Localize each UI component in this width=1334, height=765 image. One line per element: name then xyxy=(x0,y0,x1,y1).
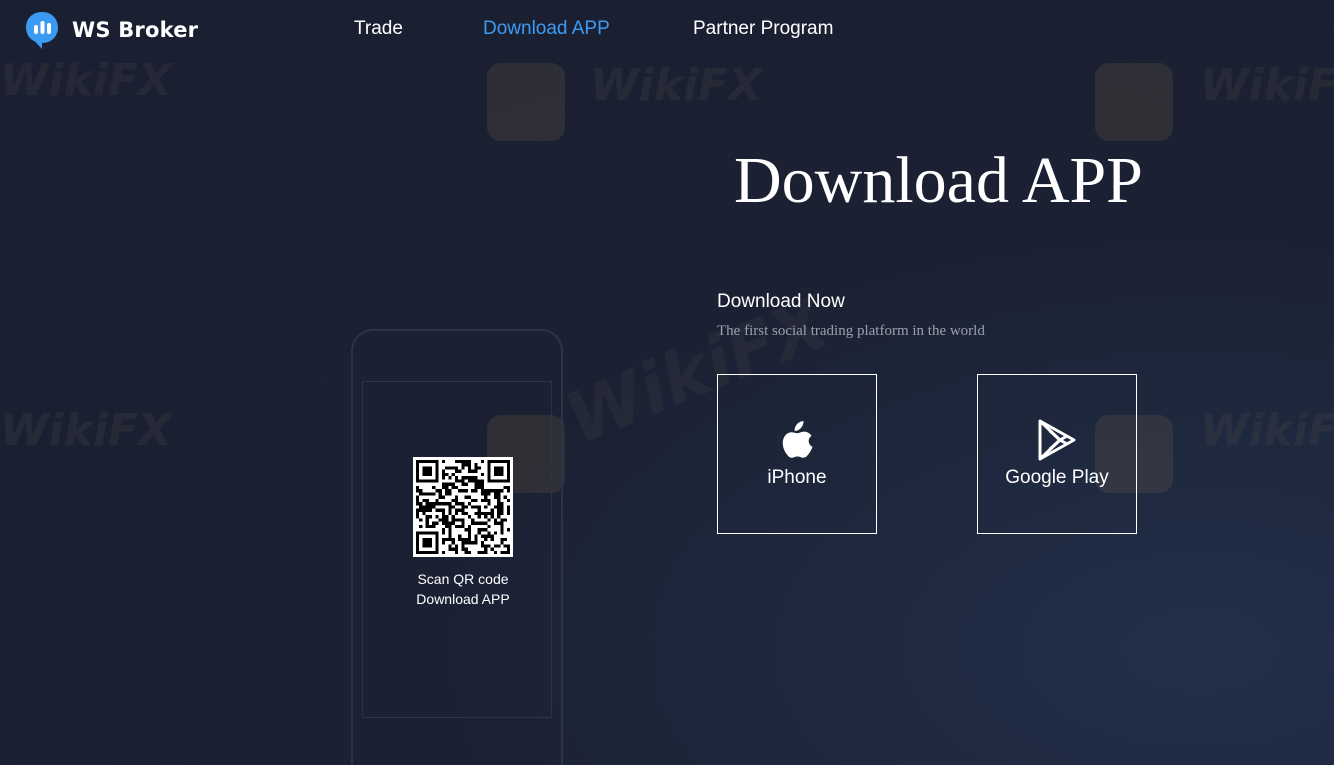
page-title: Download APP xyxy=(734,144,1143,217)
brand-logo[interactable]: WS Broker xyxy=(24,10,198,50)
iphone-label: iPhone xyxy=(767,467,827,488)
iphone-download-button[interactable]: iPhone xyxy=(717,374,877,534)
qr-caption-line2: Download APP xyxy=(416,591,510,607)
watermark-text: WikiFX xyxy=(0,405,172,456)
top-nav: WS Broker Trade Download APP Partner Pro… xyxy=(0,0,1334,62)
brand-name: WS Broker xyxy=(72,18,199,42)
nav-item-partner-program[interactable]: Partner Program xyxy=(693,18,833,40)
subtitle: The first social trading platform in the… xyxy=(717,323,985,339)
page: WikiFX WikiFX WikiFX WikiFX WikiFX WikiF… xyxy=(0,0,1334,765)
apple-icon xyxy=(782,421,813,458)
watermark-logo xyxy=(487,63,565,141)
watermark-text: WikiFX xyxy=(1200,405,1334,456)
qr-code xyxy=(413,457,513,557)
watermark-text: WikiFX xyxy=(0,55,172,106)
download-now-heading: Download Now xyxy=(717,291,845,312)
watermark-logo xyxy=(1095,63,1173,141)
nav-item-trade[interactable]: Trade xyxy=(354,18,403,40)
watermark-text: WikiFX xyxy=(1200,60,1334,111)
qr-caption: Scan QR code Download APP xyxy=(387,569,539,609)
ws-broker-logo-icon xyxy=(26,12,58,49)
nav-item-download-app[interactable]: Download APP xyxy=(483,18,610,40)
watermark-text: WikiFX xyxy=(590,60,762,111)
google-play-label: Google Play xyxy=(1005,467,1109,488)
google-play-icon xyxy=(1038,419,1076,461)
google-play-download-button[interactable]: Google Play xyxy=(977,374,1137,534)
qr-caption-line1: Scan QR code xyxy=(417,571,509,587)
qr-code-icon xyxy=(416,460,510,554)
